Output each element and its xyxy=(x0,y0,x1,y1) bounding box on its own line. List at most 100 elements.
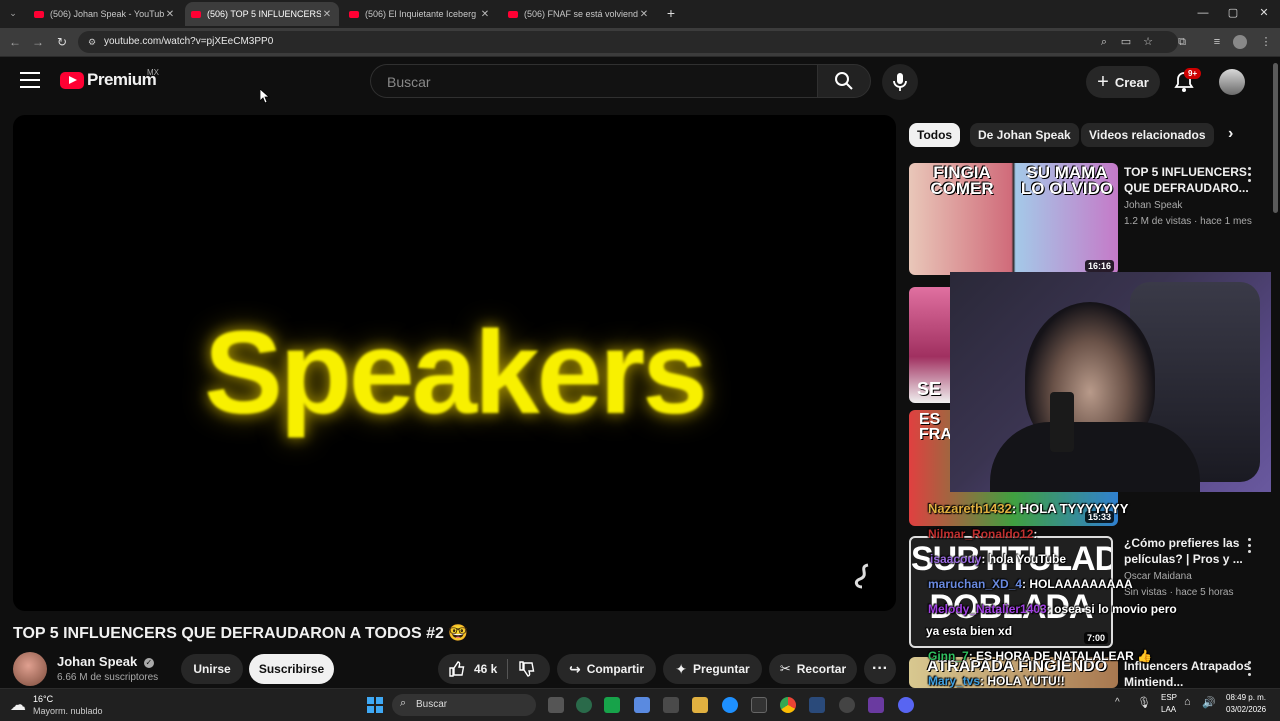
cast-icon[interactable]: ▭ xyxy=(1118,34,1134,50)
hamburger-menu-icon[interactable] xyxy=(20,72,40,88)
related-menu-icon[interactable] xyxy=(1248,661,1252,679)
bookmark-star-icon[interactable]: ☆ xyxy=(1140,34,1156,50)
ask-button[interactable]: ✦ Preguntar xyxy=(663,654,762,684)
maximize-icon[interactable]: ▢ xyxy=(1218,4,1248,22)
discord-icon[interactable] xyxy=(898,697,914,713)
thumbs-up-icon xyxy=(449,661,465,677)
network-icon[interactable]: ⌂ xyxy=(1184,696,1191,708)
forward-icon[interactable]: → xyxy=(29,33,47,51)
browser-tab-2[interactable]: (506) TOP 5 INFLUENCERS QUE ✕ xyxy=(185,2,339,26)
clock-time[interactable]: 08:49 p. m. xyxy=(1226,693,1266,702)
copilot-icon[interactable] xyxy=(634,697,650,713)
zoom-icon[interactable]: ⌕ xyxy=(1096,34,1112,50)
profile-icon[interactable] xyxy=(1233,35,1247,49)
related-channel-4[interactable]: Oscar Maidana xyxy=(1124,569,1192,584)
related-menu-icon[interactable] xyxy=(1248,167,1252,185)
video-player[interactable]: Speakers xyxy=(13,115,896,611)
clock-date[interactable]: 03/02/2026 xyxy=(1226,705,1266,714)
related-title-1[interactable]: TOP 5 INFLUENCERS QUE DEFRAUDARO... xyxy=(1124,164,1256,196)
browser-tab-3[interactable]: (506) El Inquietante Iceberg de ✕ xyxy=(343,2,497,26)
weather-icon[interactable]: ☁ xyxy=(10,695,26,715)
chat-text: : ES HORA DE NATALALEAR 👍 xyxy=(968,649,1153,663)
channel-name[interactable]: Johan Speak ✓ xyxy=(57,654,154,669)
address-bar[interactable]: ⚙ youtube.com/watch?v=pjXEeCM3PP0 ⌕ ▭ ☆ xyxy=(78,31,1178,53)
tab-title: (506) El Inquietante Iceberg de xyxy=(365,9,479,19)
volume-icon[interactable]: 🔊 xyxy=(1202,696,1216,709)
chip-all[interactable]: Todos xyxy=(909,123,961,147)
channel-watermark-icon[interactable] xyxy=(848,561,878,591)
related-channel-1[interactable]: Johan Speak xyxy=(1124,198,1182,213)
subscribe-button[interactable]: Suscribirse xyxy=(249,654,334,684)
youtube-favicon-icon xyxy=(349,10,359,18)
tab-close-icon[interactable]: ✕ xyxy=(164,9,176,20)
voice-search-button[interactable] xyxy=(882,64,918,100)
share-button[interactable]: ↪ Compartir xyxy=(557,654,656,684)
chat-message: isaacouy: hola YouTube xyxy=(930,552,1066,566)
site-info-icon[interactable]: ⚙ xyxy=(84,34,100,50)
tray-mic-icon[interactable]: 🎙 xyxy=(1137,696,1151,709)
related-menu-icon[interactable] xyxy=(1248,538,1252,556)
thumbnail-caption: SE xyxy=(917,379,942,399)
like-dislike-group: 46 k xyxy=(438,654,550,684)
streamer-body xyxy=(990,422,1200,492)
chip-from-channel[interactable]: De Johan Speak xyxy=(970,123,1079,147)
chat-message: Nilmar_Ronaldo12: xyxy=(928,527,1037,541)
extensions-icon[interactable]: ⧉ xyxy=(1174,34,1190,50)
browser-tab-1[interactable]: (506) Johan Speak - YouTube ✕ xyxy=(28,2,182,26)
search-button[interactable] xyxy=(817,64,871,98)
windows-start-icon[interactable] xyxy=(367,697,383,713)
xbox-app-icon[interactable] xyxy=(576,697,592,713)
page-scrollbar[interactable] xyxy=(1271,57,1280,688)
taskbar-search-text: Buscar xyxy=(416,699,448,710)
youtube-header: Premium MX + Crear 9+ xyxy=(0,57,1270,107)
tab-close-icon[interactable]: ✕ xyxy=(638,9,650,20)
spreadsheet-app-icon[interactable] xyxy=(604,697,620,713)
app-icon[interactable] xyxy=(751,697,767,713)
more-actions-button[interactable]: ··· xyxy=(864,654,896,684)
tab-close-icon[interactable]: ✕ xyxy=(321,9,333,20)
related-title-4[interactable]: ¿Cómo prefieres las películas? | Pros y … xyxy=(1124,535,1256,567)
chrome-icon[interactable] xyxy=(780,697,796,713)
chat-user: Melody_Natalier1403 xyxy=(928,602,1047,616)
new-tab-icon[interactable]: + xyxy=(662,4,680,22)
keyboard-layout[interactable]: LAA xyxy=(1161,705,1176,714)
search-box[interactable] xyxy=(370,64,817,98)
store-icon[interactable] xyxy=(663,697,679,713)
related-meta-4: Sin vistas · hace 5 horas xyxy=(1124,587,1234,598)
back-icon[interactable]: ← xyxy=(6,33,24,51)
brand-text[interactable]: Premium xyxy=(87,70,157,90)
related-thumbnail-1[interactable]: FINGIA COMER SU MAMA LO OLVIDO 16:16 xyxy=(909,163,1118,275)
like-count: 46 k xyxy=(474,662,498,676)
browser-menu-icon[interactable]: ⋮ xyxy=(1258,34,1274,50)
tab-close-icon[interactable]: ✕ xyxy=(479,9,491,20)
file-explorer-icon[interactable] xyxy=(692,697,708,713)
steam-icon[interactable] xyxy=(809,697,825,713)
browser-tab-4[interactable]: (506) FNAF se está volviendo R ✕ xyxy=(502,2,656,26)
language-code[interactable]: ESP xyxy=(1161,693,1177,702)
chips-next-icon[interactable]: › xyxy=(1228,125,1233,143)
subscriber-count: 6.66 M de suscriptores xyxy=(57,672,159,683)
edge-icon[interactable] xyxy=(722,697,738,713)
tab-search-icon[interactable]: ⌄ xyxy=(4,4,22,22)
like-button[interactable]: 46 k xyxy=(448,660,497,678)
tray-overflow-icon[interactable]: ^ xyxy=(1115,697,1120,708)
reading-list-icon[interactable]: ≡ xyxy=(1209,34,1225,50)
scrollbar-thumb[interactable] xyxy=(1273,63,1278,213)
task-view-icon[interactable] xyxy=(548,697,564,713)
clip-button[interactable]: ✂ Recortar xyxy=(769,654,857,684)
window-close-icon[interactable]: ✕ xyxy=(1249,4,1279,22)
channel-avatar[interactable] xyxy=(13,652,47,686)
thumbs-down-icon[interactable] xyxy=(518,660,536,678)
taskbar-search[interactable]: ⌕ Buscar xyxy=(392,694,536,716)
minimize-icon[interactable]: — xyxy=(1188,4,1218,22)
chip-related[interactable]: Videos relacionados xyxy=(1081,123,1214,147)
search-input[interactable] xyxy=(385,73,809,91)
create-button[interactable]: + Crear xyxy=(1086,66,1160,98)
youtube-logo-icon[interactable] xyxy=(60,72,84,89)
thumbnail-caption: SU MAMA LO OLVIDO xyxy=(1020,163,1114,198)
app-icon-2[interactable] xyxy=(868,697,884,713)
join-button[interactable]: Unirse xyxy=(181,654,243,684)
obs-icon[interactable] xyxy=(839,697,855,713)
reload-icon[interactable]: ↻ xyxy=(53,33,71,51)
account-avatar[interactable] xyxy=(1219,69,1245,95)
